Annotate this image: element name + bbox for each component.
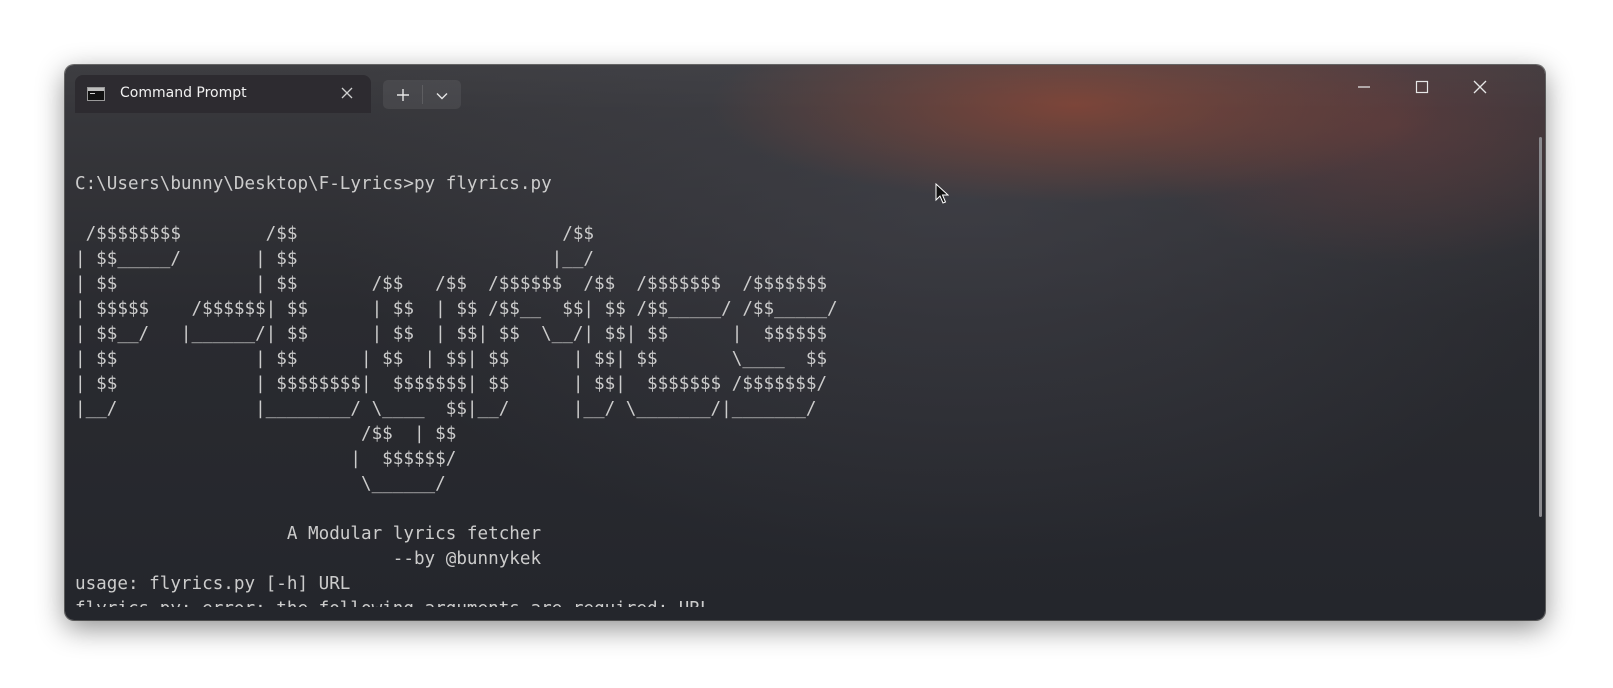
console-line: | $$$$$$/: [75, 449, 457, 469]
new-tab-button[interactable]: [383, 80, 422, 109]
console-line: /$$$$$$$$ /$$ /$$: [75, 224, 595, 244]
console-line: | $$_____/ | $$ |__/: [75, 249, 595, 269]
maximize-button[interactable]: [1399, 65, 1445, 109]
tab-close-icon[interactable]: [337, 83, 357, 103]
scrollbar[interactable]: [1539, 137, 1542, 517]
console-line: --by @bunnykek: [75, 549, 542, 569]
title-bar[interactable]: Command Prompt: [65, 65, 1545, 113]
console-line: | $$ | $$ | $$ | $$| $$ | $$| $$ \____ $…: [75, 349, 828, 369]
chevron-down-icon: [436, 93, 447, 100]
console-line: | $$$$$ /$$$$$$| $$ | $$ | $$ /$$__ $$| …: [75, 299, 838, 319]
console-line: | $$ | $$ /$$ /$$ /$$$$$$ /$$ /$$$$$$$ /…: [75, 274, 828, 294]
tab-actions: [383, 80, 461, 109]
cmd-icon: [87, 87, 105, 101]
console-line: | $$__/ |______/| $$ | $$ | $$| $$ \__/|…: [75, 324, 828, 344]
console-line: /$$ | $$: [75, 424, 457, 444]
console-line: |__/ |________/ \____ $$|__/ |__/ \_____…: [75, 399, 817, 419]
tab-dropdown-button[interactable]: [422, 80, 461, 109]
console-line: A Modular lyrics fetcher: [75, 524, 542, 544]
console-output[interactable]: C:\Users\bunny\Desktop\F-Lyrics>py flyri…: [75, 147, 1515, 607]
close-button[interactable]: [1457, 65, 1503, 109]
close-icon: [1473, 80, 1487, 94]
tab-command-prompt[interactable]: Command Prompt: [75, 75, 371, 113]
console-line: C:\Users\bunny\Desktop\F-Lyrics>py flyri…: [75, 174, 552, 194]
terminal-window: Command Prompt C:\Users\bunny\Desktop\F-…: [65, 65, 1545, 620]
minimize-button[interactable]: [1341, 65, 1387, 109]
console-line: usage: flyrics.py [-h] URL: [75, 574, 351, 594]
minimize-icon: [1358, 86, 1370, 88]
console-line: \______/: [75, 474, 446, 494]
console-line: flyrics.py: error: the following argumen…: [75, 597, 1515, 607]
mouse-pointer-icon: [935, 183, 949, 204]
maximize-icon: [1415, 80, 1429, 94]
console-line: | $$ | $$$$$$$$| $$$$$$$| $$ | $$| $$$$$…: [75, 374, 828, 394]
tab-title: Command Prompt: [120, 85, 247, 101]
